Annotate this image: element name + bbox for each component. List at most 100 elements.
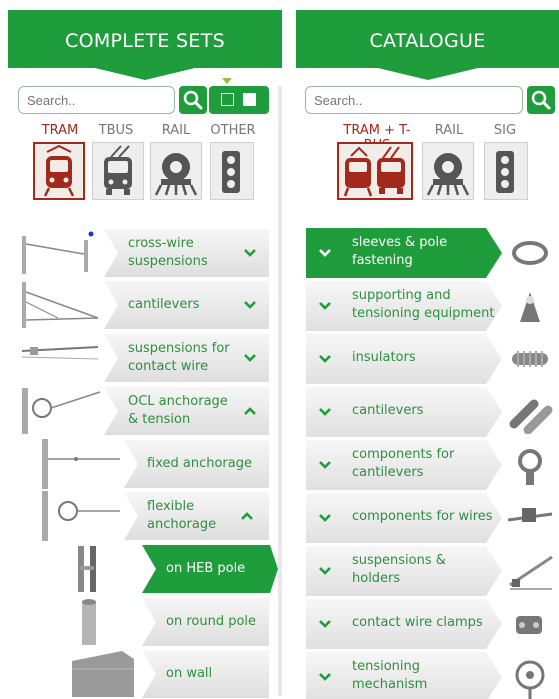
contact-wire-suspension-thumbnail	[21, 346, 99, 360]
cross-wire-thumbnail	[22, 231, 94, 274]
category-sig-label[interactable]: SIG	[475, 123, 535, 138]
item-label-line: OCL anchorage	[128, 394, 228, 409]
item-on-wall[interactable]: on wall	[60, 649, 269, 699]
catalogue-header: CATALOGUE	[296, 10, 559, 68]
category-tram-button[interactable]	[33, 142, 85, 200]
catalogue-item-label-line: cantilevers	[352, 465, 424, 480]
chevron-down-icon	[318, 354, 332, 364]
category-rail-label[interactable]: RAIL	[419, 123, 479, 138]
complete-sets-header: COMPLETE SETS	[8, 10, 282, 68]
item-flexible-anchorage[interactable]: flexible anchorage	[40, 491, 269, 541]
category-other-label[interactable]: OTHER	[203, 123, 263, 138]
catalogue-item-cantilevers[interactable]: cantilevers	[306, 387, 559, 437]
catalogue-item-contact-wire-clamps[interactable]: contact wire clamps	[306, 599, 559, 649]
complete-sets-search-button[interactable]	[179, 86, 207, 114]
catalogue-search-input[interactable]	[305, 86, 523, 114]
category-tbus-button[interactable]	[92, 142, 144, 200]
category-rail-button[interactable]	[150, 142, 202, 200]
catalogue-item-label-line: components for wires	[352, 509, 493, 524]
category-tram-tbus-button[interactable]	[337, 142, 413, 200]
item-label-line: contact wire	[128, 359, 209, 374]
item-label-line: suspensions	[128, 254, 208, 269]
item-cross-wire-suspensions[interactable]: cross-wire suspensions	[18, 228, 269, 278]
locomotive-icon	[154, 153, 198, 196]
view-toggle-indicator	[222, 78, 232, 84]
tram-icon	[43, 144, 75, 197]
chevron-down-icon[interactable]	[243, 300, 257, 310]
complete-sets-search-input[interactable]	[18, 86, 175, 114]
search-icon	[531, 90, 551, 110]
category-rail-button[interactable]	[422, 142, 474, 200]
traffic-light-icon	[496, 151, 514, 193]
catalogue-item-label-line: mechanism	[352, 677, 428, 692]
item-label-line: cantilevers	[128, 297, 200, 312]
item-label-line: fixed anchorage	[147, 456, 252, 471]
suspension-holder-part-image	[509, 555, 553, 590]
item-fixed-anchorage[interactable]: fixed anchorage	[40, 439, 269, 489]
catalogue-item-label-line: components for	[352, 447, 455, 462]
category-sig-button[interactable]	[484, 142, 528, 200]
category-tram-label[interactable]: TRAM	[30, 123, 90, 138]
chevron-down-icon[interactable]	[243, 248, 257, 258]
chevron-down-icon[interactable]	[243, 353, 257, 363]
catalogue-item-label-line: insulators	[352, 350, 416, 365]
catalogue-item-label-line: supporting and	[352, 288, 451, 303]
tensioning-part-image	[520, 292, 540, 322]
round-pole-thumbnail	[82, 599, 96, 645]
complete-sets-title: COMPLETE SETS	[65, 30, 225, 52]
catalogue-item-tensioning-mechanism[interactable]: tensioning mechanism	[306, 652, 559, 699]
item-on-round-pole[interactable]: on round pole	[60, 597, 269, 647]
view-toggle[interactable]	[209, 86, 269, 114]
item-label-line: anchorage	[147, 517, 217, 532]
item-on-heb-pole[interactable]: on HEB pole	[60, 544, 278, 594]
chevron-up-icon[interactable]	[243, 406, 257, 416]
tensioning-wheel-part-image	[515, 660, 545, 699]
catalogue-item-suspensions-holders[interactable]: suspensions & holders	[306, 546, 559, 596]
chevron-down-icon	[318, 672, 332, 682]
item-label-line: flexible	[147, 499, 195, 514]
category-other-button[interactable]	[210, 142, 254, 200]
locomotive-icon	[426, 153, 470, 196]
chevron-down-icon	[318, 566, 332, 576]
catalogue-panel: CATALOGUE TRAM + T-BUS RAIL SIG	[292, 0, 559, 699]
catalogue-search-button[interactable]	[527, 86, 555, 114]
chevron-down-icon	[318, 619, 332, 629]
filled-view-icon[interactable]	[243, 93, 256, 106]
outline-view-icon[interactable]	[221, 93, 234, 106]
category-rail-label[interactable]: RAIL	[146, 123, 206, 138]
heb-pole-thumbnail	[78, 546, 96, 592]
category-tbus-label[interactable]: TBUS	[86, 123, 146, 138]
item-cantilevers[interactable]: cantilevers	[18, 280, 269, 330]
trolleybus-icon	[104, 145, 132, 195]
wire-component-part-image	[507, 508, 553, 522]
catalogue-item-components-for-cantilevers[interactable]: components for cantilevers	[306, 440, 559, 490]
catalogue-item-label-line: suspensions &	[352, 553, 446, 568]
item-suspensions-for-contact-wire[interactable]: suspensions for contact wire	[18, 333, 269, 383]
catalogue-item-label-line: sleeves & pole	[352, 235, 448, 250]
fixed-anchorage-thumbnail	[42, 439, 120, 489]
catalogue-item-label-line: contact wire clamps	[352, 615, 483, 630]
catalogue-item-components-for-wires[interactable]: components for wires	[306, 493, 559, 543]
tram-trolleybus-icon	[343, 146, 405, 197]
catalogue-item-label-line: holders	[352, 571, 401, 586]
chevron-down-icon	[318, 407, 332, 417]
chevron-down-icon	[318, 460, 332, 470]
item-label-line: cross-wire	[128, 236, 194, 251]
item-label-line: suspensions for	[128, 341, 230, 356]
catalogue-item-label-line: tensioning equipment	[352, 306, 495, 321]
chevron-down-icon	[318, 301, 332, 311]
catalogue-title: CATALOGUE	[369, 30, 486, 52]
item-ocl-anchorage-tension[interactable]: OCL anchorage & tension	[18, 386, 269, 436]
chevron-up-icon[interactable]	[240, 511, 254, 521]
left-scrollbar[interactable]	[278, 86, 282, 696]
cantilever-component-part-image	[518, 449, 542, 485]
flexible-anchorage-thumbnail	[42, 491, 120, 541]
catalogue-item-insulators[interactable]: insulators	[306, 334, 559, 384]
catalogue-item-sleeves-pole-fastening[interactable]: sleeves & pole fastening	[306, 228, 559, 278]
catalogue-item-label-line: cantilevers	[352, 403, 424, 418]
complete-sets-panel: COMPLETE SETS TRAM TBUS RAIL OTHER	[0, 0, 282, 699]
wire-clamp-part-image	[516, 616, 542, 634]
catalogue-item-label-line: fastening	[352, 253, 413, 268]
catalogue-item-supporting-tensioning[interactable]: supporting and tensioning equipment	[306, 281, 559, 331]
item-label-line: on round pole	[166, 614, 257, 629]
